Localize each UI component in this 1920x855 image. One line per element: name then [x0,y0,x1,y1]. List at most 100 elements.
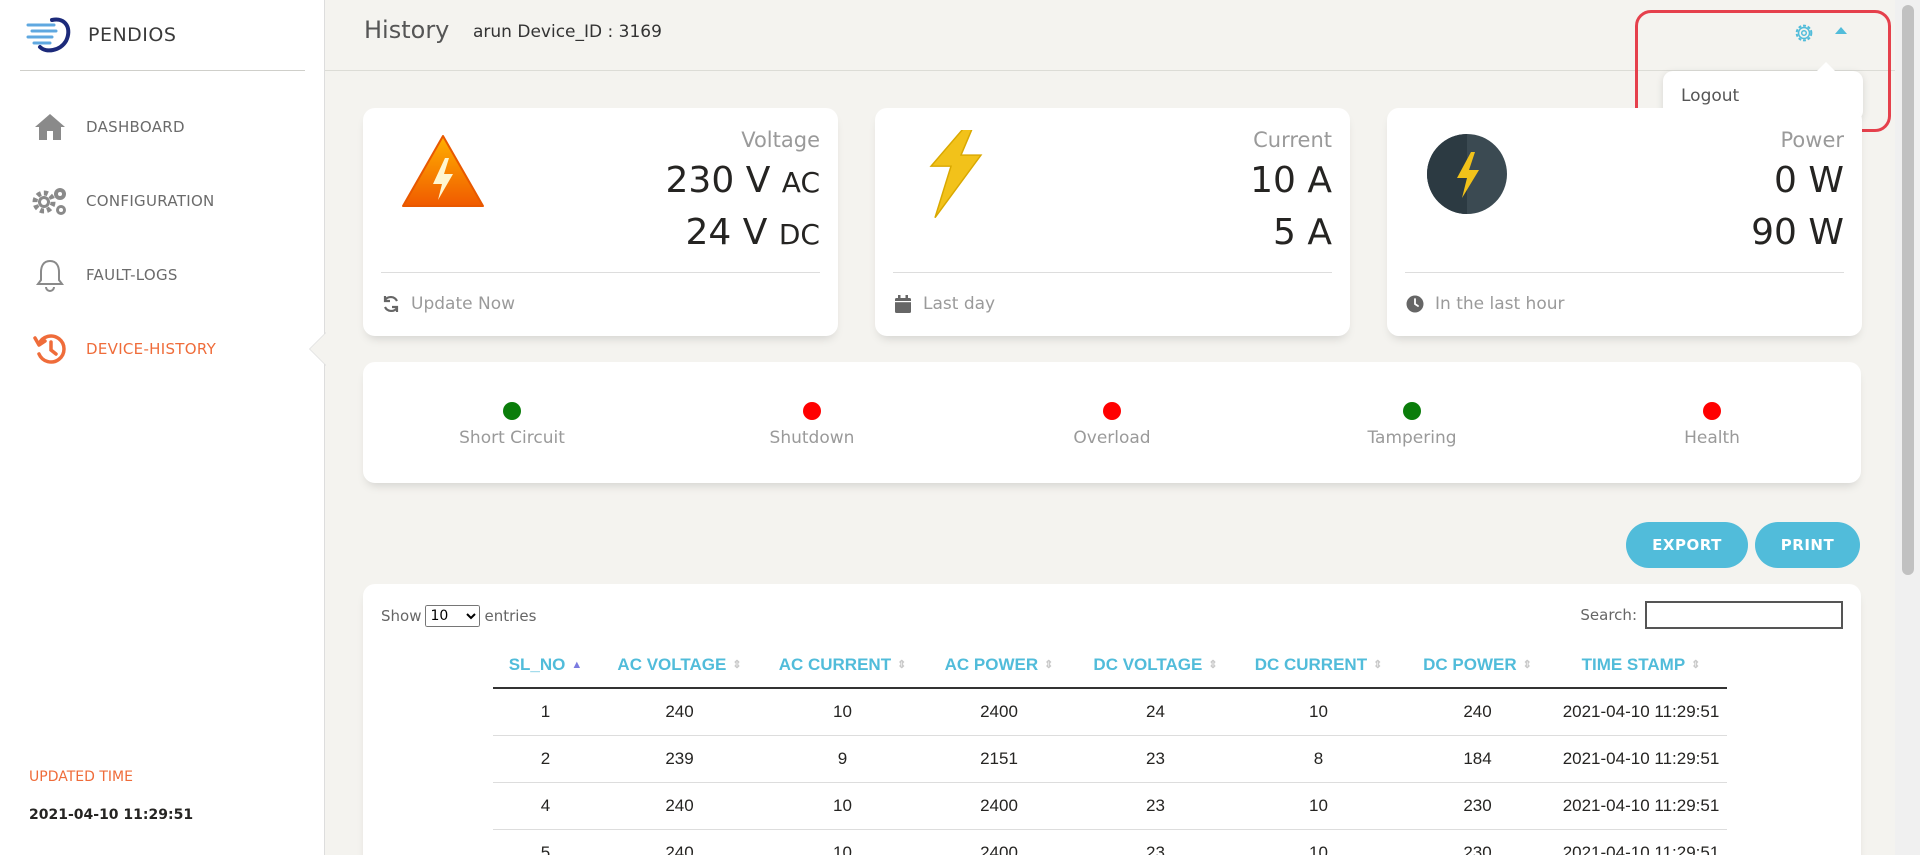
search-input[interactable] [1645,601,1843,629]
indicator-label: Overload [1073,428,1151,448]
sidebar-item-label: FAULT-LOGS [86,266,178,284]
history-table: SL_NO ▲ AC VOLTAGE ⇕ AC CURRENT ⇕ AC POWER ⇕… [493,642,1727,855]
page-title: History [364,16,450,44]
status-dot [1103,402,1121,420]
health-indicator: Health [1612,402,1812,448]
status-dot [503,402,521,420]
sidebar-item-configuration[interactable]: CONFIGURATION [0,164,325,238]
col-header-dc-current[interactable]: DC CURRENT ⇕ [1237,642,1400,689]
dc-power-value: 90 W [1751,212,1844,253]
updated-time-label: UPDATED TIME [29,769,133,785]
status-dot [803,402,821,420]
cell-dc-current: 10 [1237,688,1400,736]
brand-name: PENDIOS [88,24,177,46]
sidebar-item-label: DEVICE-HISTORY [86,340,217,358]
table-row: 1 240 10 2400 24 10 240 2021-04-10 11:29… [493,688,1727,736]
lightning-bolt-icon [929,130,983,218]
voltage-card: Voltage 230 V AC 24 V DC Update Now [363,108,838,336]
col-header-ac-voltage[interactable]: AC VOLTAGE ⇕ [598,642,761,689]
cell-dc-voltage: 24 [1074,688,1237,736]
col-header-ac-power[interactable]: AC POWER ⇕ [924,642,1074,689]
update-now-link[interactable]: Update Now [381,294,515,314]
cell-ac-voltage: 240 [598,782,761,830]
divider [1405,272,1844,273]
cell-ac-voltage: 239 [598,735,761,783]
short-circuit-indicator: Short Circuit [412,402,612,448]
ac-power-value: 0 W [1774,160,1844,201]
brand-logo[interactable]: PENDIOS [20,0,305,71]
cell-dc-voltage: 23 [1074,782,1237,830]
last-day-label: Last day [893,294,995,314]
table-row: 4 240 10 2400 23 10 230 2021-04-10 11:29… [493,782,1727,830]
tampering-indicator: Tampering [1312,402,1512,448]
history-icon [30,329,70,369]
cell-ac-current: 10 [761,782,924,830]
home-icon [30,107,70,147]
overload-indicator: Overload [1012,402,1212,448]
cell-ac-power: 2400 [924,688,1074,736]
cell-dc-current: 10 [1237,829,1400,855]
footer-text: Last day [923,294,996,314]
indicator-label: Shutdown [769,428,855,448]
sort-icon: ⇕ [732,659,742,672]
cell-ac-voltage: 240 [598,688,761,736]
current-title: Current [1253,128,1332,152]
entries-label: entries [484,607,537,625]
col-header-dc-power[interactable]: DC POWER ⇕ [1400,642,1555,689]
dc-current-value: 5 A [1273,212,1332,253]
ac-current-value: 10 A [1250,160,1332,201]
cell-ac-power: 2400 [924,829,1074,855]
sort-icon: ⇕ [1691,659,1701,672]
table-search: Search: [1580,601,1843,629]
shutdown-indicator: Shutdown [712,402,912,448]
footer-text: Update Now [411,294,515,314]
ac-voltage-value: 230 V AC [665,160,820,201]
sidebar-item-dashboard[interactable]: DASHBOARD [0,90,325,164]
cell-sl-no: 2 [493,735,598,783]
sort-icon: ⇕ [897,659,907,672]
sort-icon: ⇕ [1373,659,1383,672]
gears-icon [30,181,70,221]
refresh-icon [383,295,399,313]
cell-dc-current: 8 [1237,735,1400,783]
entries-select[interactable]: 10 [425,605,481,627]
col-header-ac-current[interactable]: AC CURRENT ⇕ [761,642,924,689]
print-button[interactable]: PRINT [1755,522,1860,568]
table-row: 2 239 9 2151 23 8 184 2021-04-10 11:29:5… [493,735,1727,783]
cell-sl-no: 5 [493,829,598,855]
device-id-label: arun Device_ID : 3169 [473,22,662,42]
last-hour-label: In the last hour [1405,294,1565,314]
power-title: Power [1780,128,1845,152]
col-header-time-stamp[interactable]: TIME STAMP ⇕ [1555,642,1727,689]
sort-ascending-icon: ▲ [571,659,583,672]
export-button[interactable]: EXPORT [1626,522,1748,568]
sort-icon: ⇕ [1522,659,1532,672]
sidebar-item-device-history[interactable]: DEVICE-HISTORY [0,312,326,386]
sidebar-item-fault-logs[interactable]: FAULT-LOGS [0,238,325,312]
col-header-sl-no[interactable]: SL_NO ▲ [493,642,598,689]
power-circle-icon [1427,134,1507,214]
calendar-icon [895,295,911,313]
updated-time-value: 2021-04-10 11:29:51 [29,807,194,823]
scrollbar-thumb[interactable] [1902,5,1914,575]
divider [893,272,1332,273]
cell-dc-voltage: 23 [1074,735,1237,783]
cell-time-stamp: 2021-04-10 11:29:51 [1555,735,1727,783]
status-dot [1403,402,1421,420]
cell-time-stamp: 2021-04-10 11:29:51 [1555,782,1727,830]
cell-dc-power: 184 [1400,735,1555,783]
cell-sl-no: 4 [493,782,598,830]
cell-time-stamp: 2021-04-10 11:29:51 [1555,829,1727,855]
dc-voltage-value: 24 V DC [685,212,820,253]
table-header-row: SL_NO ▲ AC VOLTAGE ⇕ AC CURRENT ⇕ AC POWER ⇕… [493,642,1727,689]
show-label: Show [381,607,422,625]
sort-icon: ⇕ [1208,659,1218,672]
col-header-dc-voltage[interactable]: DC VOLTAGE ⇕ [1074,642,1237,689]
cell-dc-current: 10 [1237,782,1400,830]
sidebar-nav: DASHBOARD CONFIGURATION FAULT-LOGS DEVIC… [0,90,326,386]
sidebar-item-label: CONFIGURATION [86,192,215,210]
indicator-label: Short Circuit [459,428,565,448]
status-indicators-card: Short Circuit Shutdown Overload Tamperin… [363,362,1861,483]
cell-time-stamp: 2021-04-10 11:29:51 [1555,688,1727,736]
cell-dc-power: 230 [1400,829,1555,855]
